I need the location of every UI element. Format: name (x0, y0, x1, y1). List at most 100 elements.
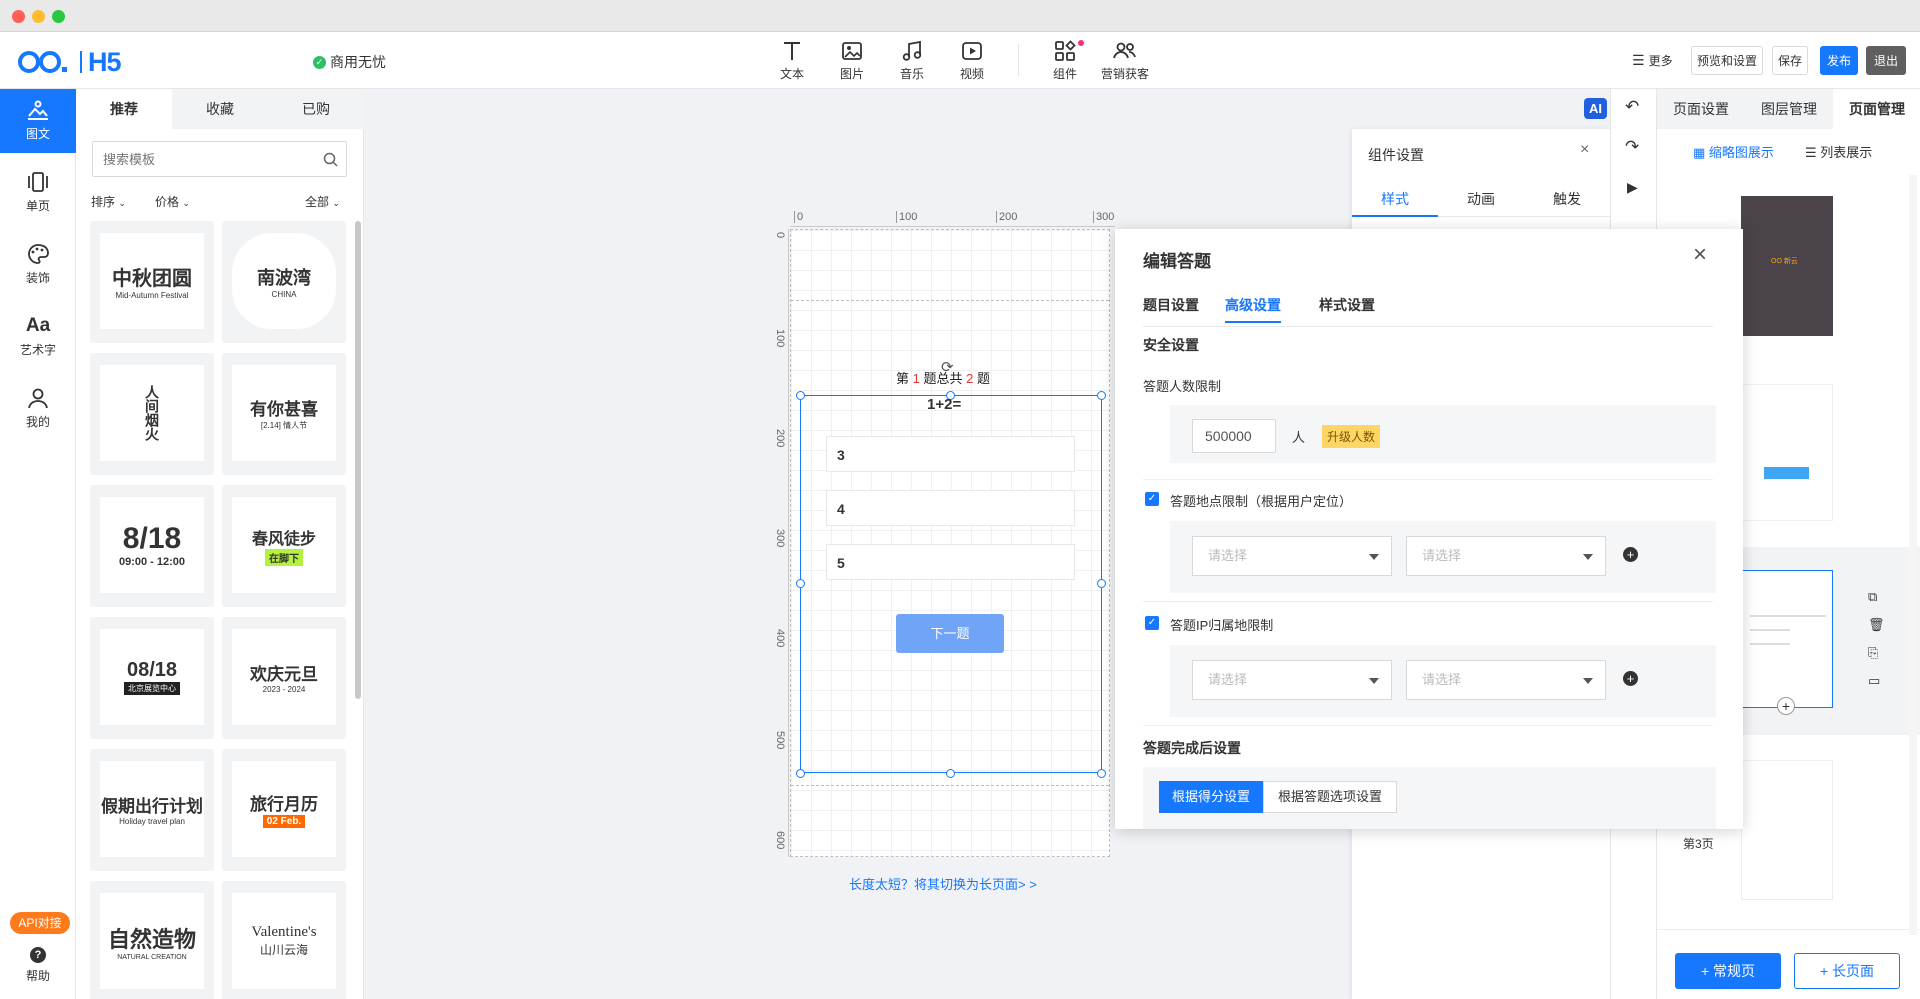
search-icon[interactable] (323, 152, 338, 167)
app-logo[interactable]: H5 (18, 47, 122, 78)
answer-option[interactable]: 3 (826, 436, 1075, 472)
page-thumbnail-2[interactable] (1741, 384, 1833, 521)
template-card[interactable]: 南波湾 CHINA (222, 221, 346, 343)
tool-marketing[interactable]: 营销获客 (1095, 40, 1155, 82)
tool-music[interactable]: 音乐 (887, 40, 937, 82)
resize-handle[interactable] (1097, 769, 1106, 778)
template-card[interactable]: 有你甚喜 [2.14] 情人节 (222, 353, 346, 475)
tab-style-settings[interactable]: 样式设置 (1319, 295, 1375, 315)
tab-layer-management[interactable]: 图层管理 (1745, 89, 1833, 129)
template-card[interactable]: 假期出行计划 Holiday travel plan (90, 749, 214, 871)
answer-based-option[interactable]: 根据答题选项设置 (1263, 781, 1397, 813)
resize-handle[interactable] (796, 391, 805, 400)
tab-animation[interactable]: 动画 (1438, 181, 1524, 217)
sort-filter[interactable]: 排序 ⌄ (91, 193, 126, 210)
folder-icon[interactable]: ▭ (1868, 673, 1880, 689)
answer-option[interactable]: 5 (826, 544, 1075, 580)
resize-handle[interactable] (946, 769, 955, 778)
help-button[interactable]: ? 帮助 (0, 947, 76, 984)
nav-decoration[interactable]: 装饰 (0, 233, 76, 297)
page-thumbnail-current[interactable] (1741, 570, 1833, 708)
ip-city-select[interactable]: 请选择 (1406, 660, 1606, 700)
exit-button[interactable]: 退出 (1866, 46, 1906, 75)
tab-purchased[interactable]: 已购 (268, 89, 364, 129)
api-button[interactable]: API对接 (10, 912, 70, 934)
duplicate-icon[interactable]: ⎘ (1868, 645, 1878, 661)
play-icon[interactable]: ▶ (1627, 179, 1638, 196)
tool-image[interactable]: 图片 (827, 40, 877, 82)
tool-text[interactable]: 文本 (767, 40, 817, 82)
tab-recommend[interactable]: 推荐 (76, 89, 172, 129)
template-card[interactable]: 自然造物 NATURAL CREATION (90, 881, 214, 999)
next-question-button[interactable]: 下一题 (896, 614, 1004, 653)
province-select[interactable]: 请选择 (1192, 536, 1392, 576)
all-filter[interactable]: 全部 ⌄ (305, 193, 340, 210)
resize-handle[interactable] (796, 769, 805, 778)
thumbnail-view-toggle[interactable]: ▦ 缩略图展示 (1693, 142, 1774, 161)
switch-long-page-link[interactable]: 长度太短？将其切换为长页面> > (849, 874, 1037, 893)
tab-advanced-settings[interactable]: 高级设置 (1225, 295, 1281, 323)
nav-art-text[interactable]: Aa 艺术字 (0, 305, 76, 369)
add-page-icon[interactable]: + (1777, 697, 1795, 715)
add-normal-page-button[interactable]: + 常规页 (1675, 953, 1781, 989)
resize-handle[interactable] (1097, 579, 1106, 588)
ip-province-select[interactable]: 请选择 (1192, 660, 1392, 700)
template-card[interactable]: Valentine's 山川云海 (222, 881, 346, 999)
more-menu[interactable]: ☰ 更多 (1632, 52, 1673, 69)
participant-limit-input[interactable] (1192, 419, 1276, 453)
template-scrollbar[interactable] (355, 221, 361, 699)
ruler-tick-label: 200 (996, 211, 1017, 223)
upgrade-limit-button[interactable]: 升级人数 (1322, 425, 1381, 448)
add-long-page-button[interactable]: + 长页面 (1794, 953, 1900, 989)
page-thumbnail-1[interactable]: OO 新云 (1741, 196, 1833, 336)
resize-handle[interactable] (796, 579, 805, 588)
list-view-toggle[interactable]: ☰ 列表展示 (1805, 142, 1872, 161)
template-card[interactable]: 欢庆元旦 2023 - 2024 (222, 617, 346, 739)
nav-single-page[interactable]: 单页 (0, 161, 76, 225)
minimize-window-dot[interactable] (32, 10, 45, 23)
tab-favorites[interactable]: 收藏 (172, 89, 268, 129)
page-thumbnail-3[interactable] (1741, 760, 1833, 900)
page-scrollbar[interactable] (1909, 175, 1917, 935)
close-icon[interactable]: × (1693, 241, 1707, 269)
template-card[interactable]: 人间烟火 (90, 353, 214, 475)
city-select[interactable]: 请选择 (1406, 536, 1606, 576)
nav-image-text[interactable]: 图文 (0, 89, 76, 153)
tab-trigger[interactable]: 触发 (1524, 181, 1610, 217)
preview-settings-button[interactable]: 预览和设置 (1691, 46, 1763, 75)
template-card[interactable]: 中秋团圆 Mid-Autumn Festival (90, 221, 214, 343)
thumbnail-button (1764, 467, 1809, 479)
template-card[interactable]: 春风徒步 在脚下 (222, 485, 346, 607)
trash-icon[interactable]: 🗑 (1868, 617, 1885, 633)
maximize-window-dot[interactable] (52, 10, 65, 23)
commercial-badge[interactable]: ✓ 商用无忧 (313, 52, 386, 72)
add-location-icon[interactable]: + (1623, 547, 1638, 562)
undo-icon[interactable]: ↶ (1625, 97, 1639, 117)
copy-icon[interactable]: ⧉ (1868, 589, 1877, 605)
ai-button[interactable]: AI (1584, 98, 1607, 119)
close-icon[interactable]: × (1580, 141, 1589, 159)
add-ip-icon[interactable]: + (1623, 671, 1638, 686)
template-search[interactable] (92, 141, 347, 177)
tab-question-settings[interactable]: 题目设置 (1143, 295, 1199, 315)
search-input[interactable] (93, 142, 303, 176)
tool-video[interactable]: 视频 (947, 40, 997, 82)
publish-button[interactable]: 发布 (1820, 46, 1858, 75)
answer-option[interactable]: 4 (826, 490, 1075, 526)
template-card[interactable]: 8/18 09:00 - 12:00 (90, 485, 214, 607)
tool-component[interactable]: 组件 (1040, 40, 1090, 82)
price-filter[interactable]: 价格 ⌄ (155, 193, 190, 210)
score-based-option[interactable]: 根据得分设置 (1159, 781, 1263, 813)
save-button[interactable]: 保存 (1772, 46, 1808, 75)
redo-icon[interactable]: ↷ (1625, 137, 1639, 157)
tab-page-settings[interactable]: 页面设置 (1657, 89, 1745, 129)
nav-mine[interactable]: 我的 (0, 377, 76, 441)
ip-limit-checkbox[interactable]: ✓ (1145, 616, 1159, 630)
template-card[interactable]: 旅行月历 02 Feb. (222, 749, 346, 871)
tab-style[interactable]: 样式 (1352, 181, 1438, 217)
location-limit-checkbox[interactable]: ✓ (1145, 492, 1159, 506)
tab-page-management[interactable]: 页面管理 (1833, 89, 1920, 129)
close-window-dot[interactable] (12, 10, 25, 23)
resize-handle[interactable] (1097, 391, 1106, 400)
template-card[interactable]: 08/18 北京展览中心 (90, 617, 214, 739)
